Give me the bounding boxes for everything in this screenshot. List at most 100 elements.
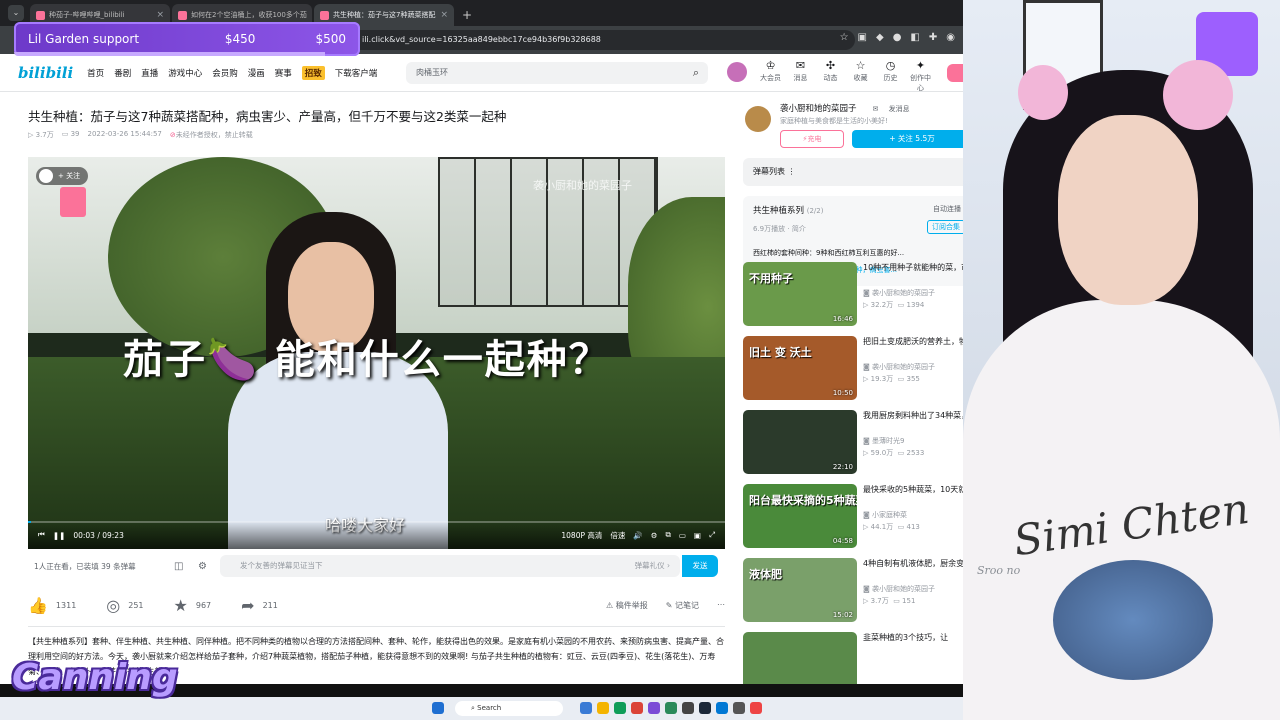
creator-button[interactable]: ✦ 创作中心 (908, 59, 933, 93)
message-button[interactable]: ✉ 消息 (788, 59, 813, 93)
history-button[interactable]: ◷ 历史 (878, 59, 903, 93)
app-icon[interactable] (580, 702, 592, 714)
recommendation-title[interactable]: 我用厨房剩料种出了34种菜，不用买种子，吃剩的厨余 (863, 410, 963, 421)
nav-shop[interactable]: 会员购 (212, 67, 238, 79)
extension-icon[interactable]: ▣ (858, 32, 867, 43)
url-field[interactable]: ili.click&vd_source=16325aa849ebbc17ce94… (300, 30, 855, 50)
autoplay-toggle[interactable]: 自动连播 (933, 204, 961, 214)
bilibili-logo[interactable]: bilibili (18, 64, 73, 82)
uploader-name[interactable]: 袭小厨和她的菜园子 (780, 104, 857, 114)
video-thumbnail[interactable]: 不用种子 16:46 (743, 262, 857, 326)
recommendation-item[interactable]: 阳台最快采摘的5种蔬菜 04:58 最快采收的5种蔬菜，10天就可以吃上，阳台上也能… (743, 484, 963, 550)
quality-button[interactable]: 1080P 高清 (561, 530, 602, 541)
share-button[interactable]: ➦ 211 (241, 596, 278, 615)
app-icon[interactable] (665, 702, 677, 714)
recommendation-author[interactable]: ◙ 墨薄时光9 (863, 436, 905, 446)
recommendation-author[interactable]: ◙ 袭小厨和她的菜园子 (863, 288, 935, 298)
danmaku-list-toggle[interactable]: 弹幕列表 ⋮ (743, 158, 963, 186)
like-button[interactable]: 👍 1311 (28, 596, 76, 615)
nav-download[interactable]: 下载客户端 (335, 67, 378, 79)
player-follow-button[interactable]: + 关注 (36, 167, 89, 185)
fullscreen-icon[interactable]: ⤢ (709, 530, 715, 540)
dynamic-button[interactable]: ✣ 动态 (818, 59, 843, 93)
recommendation-item[interactable]: 韭菜种植的3个技巧，让 (743, 632, 963, 684)
prev-icon[interactable]: ⏮ (38, 530, 45, 540)
puzzle-icon[interactable]: ✚ (929, 32, 937, 43)
vip-button[interactable]: ♔ 大会员 (758, 59, 783, 93)
series-episode[interactable]: 西红柿的套种间种：9种和西红柿互利互惠的好... (753, 248, 963, 258)
more-icon[interactable]: ⋯ (717, 600, 725, 611)
taskbar-search[interactable]: ⌕ Search (455, 701, 563, 716)
uploader-avatar[interactable] (745, 106, 771, 132)
nav-promo[interactable]: 招致 (301, 65, 325, 80)
extension-icon[interactable]: ◧ (910, 32, 919, 43)
nav-esports[interactable]: 赛事 (275, 67, 292, 79)
folder-icon[interactable] (597, 702, 609, 714)
recommendation-author[interactable]: ◙ 小家庭种菜 (863, 510, 907, 520)
video-thumbnail[interactable]: 液体肥 15:02 (743, 558, 857, 622)
windows-start-icon[interactable] (432, 702, 444, 714)
video-thumbnail[interactable]: 22:10 (743, 410, 857, 474)
recommendation-item[interactable]: 旧土 变 沃土 10:50 把旧土变成肥沃的营养土，物利用，自制营养土 ◙ 袭小厨和她… (743, 336, 963, 402)
charge-button[interactable]: ⚡充电 (780, 130, 844, 148)
taskbar-start-icon[interactable] (432, 702, 444, 714)
danmaku-settings-icon[interactable]: ⚙ (198, 561, 214, 572)
video-player[interactable]: 袭小厨和她的菜园子 + 关注 茄子🍆 能和什么一起种？ 哈喽大家好 ⏮ ❚❚ 0… (28, 157, 725, 549)
close-icon[interactable]: × (156, 10, 164, 20)
report-button[interactable]: ⚠ 稿件举报 (606, 600, 648, 611)
app-icon[interactable] (750, 702, 762, 714)
recommendation-item[interactable]: 不用种子 16:46 10种不用种子就能种的菜，市买来的菜直接种，没有 ◙ 袭小厨和她… (743, 262, 963, 328)
discord-icon[interactable] (648, 702, 660, 714)
extension-icon[interactable]: ◆ (876, 32, 884, 43)
webfullscreen-icon[interactable]: ▣ (694, 531, 701, 540)
video-thumbnail[interactable]: 阳台最快采摘的5种蔬菜 04:58 (743, 484, 857, 548)
app-icon[interactable] (733, 702, 745, 714)
steam-icon[interactable] (699, 702, 711, 714)
recommendation-title[interactable]: 最快采收的5种蔬菜，10天就可以吃上，阳台上也能 (863, 484, 963, 495)
app-icon[interactable] (614, 702, 626, 714)
danmaku-etiquette-link[interactable]: 弹幕礼仪 › (635, 555, 670, 577)
volume-icon[interactable]: 🔊 (633, 531, 642, 540)
profile-icon[interactable]: ◉ (946, 32, 955, 43)
nav-manga[interactable]: 漫画 (248, 67, 265, 79)
upload-button[interactable] (947, 64, 963, 82)
bookmark-star-icon[interactable]: ☆ (840, 32, 849, 43)
nav-anime[interactable]: 番剧 (114, 67, 131, 79)
close-icon[interactable]: × (311, 10, 312, 20)
favorite-button[interactable]: ★ 967 (174, 596, 212, 615)
search-input[interactable]: 肉桶玉环 ⌕ (406, 62, 708, 84)
favorites-button[interactable]: ☆ 收藏 (848, 59, 873, 93)
recommendation-item[interactable]: 液体肥 15:02 4种自制有机液体肥，厨余变废为宝，简单快速做有机 ◙ 袭小厨和她的… (743, 558, 963, 624)
danmaku-toggle-icon[interactable]: ◫ (174, 561, 190, 572)
video-thumbnail[interactable]: 旧土 变 沃土 10:50 (743, 336, 857, 400)
nav-games[interactable]: 游戏中心 (168, 67, 202, 79)
subscribe-button[interactable]: 订阅合集 (927, 220, 963, 234)
user-avatar[interactable] (727, 62, 747, 82)
speed-button[interactable]: 倍速 (610, 530, 625, 541)
notes-button[interactable]: ✎ 记笔记 (666, 600, 699, 611)
pip-icon[interactable]: ⧉ (665, 530, 670, 540)
edge-icon[interactable] (716, 702, 728, 714)
nav-home[interactable]: 首页 (87, 67, 104, 79)
recommendation-title[interactable]: 4种自制有机液体肥，厨余变废为宝，简单快速做有机 (863, 558, 963, 569)
send-message-link[interactable]: ✉ 发消息 (865, 105, 910, 113)
recommendation-title[interactable]: 把旧土变成肥沃的营养土，物利用，自制营养土 (863, 336, 963, 347)
widescreen-icon[interactable]: ▭ (679, 531, 686, 540)
pause-icon[interactable]: ❚❚ (53, 531, 66, 540)
app-icon[interactable] (631, 702, 643, 714)
search-icon[interactable]: ⌕ (693, 62, 699, 84)
video-thumbnail[interactable] (743, 632, 857, 684)
recommendation-author[interactable]: ◙ 袭小厨和她的菜园子 (863, 362, 935, 372)
settings-icon[interactable]: ⚙ (651, 531, 658, 540)
recommendation-title[interactable]: 韭菜种植的3个技巧，让 (863, 632, 963, 643)
recommendation-title[interactable]: 10种不用种子就能种的菜，市买来的菜直接种，没有 (863, 262, 963, 273)
tab-search-button[interactable]: ⌄ (8, 5, 24, 21)
coin-button[interactable]: ◎ 251 (106, 596, 143, 615)
recommendation-item[interactable]: 22:10 我用厨房剩料种出了34种菜，不用买种子，吃剩的厨余 ◙ 墨薄时光9 ▷ 5… (743, 410, 963, 476)
close-icon[interactable]: × (440, 10, 448, 20)
danmaku-input[interactable]: 发个友善的弹幕见证当下 弹幕礼仪 › (220, 555, 680, 577)
new-tab-button[interactable]: + (456, 8, 478, 26)
danmaku-send-button[interactable]: 发送 (682, 555, 718, 577)
recommendation-author[interactable]: ◙ 袭小厨和她的菜园子 (863, 584, 935, 594)
follow-button[interactable]: + 关注 5.5万 (852, 130, 963, 148)
